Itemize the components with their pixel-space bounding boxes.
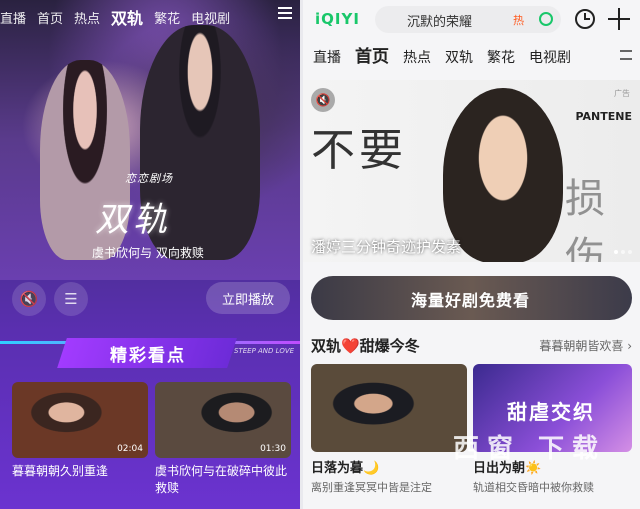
ad-headline-2: 损伤 <box>565 176 605 262</box>
left-top-nav: 直播 首页 热点 双轨 繁花 电视剧 <box>0 6 300 28</box>
ad-brand: PANTENE <box>575 110 632 123</box>
mute-button[interactable]: 🔇 <box>12 282 46 316</box>
iqiyi-logo: iQIYI <box>315 10 360 28</box>
nav-more-icon[interactable] <box>620 50 632 60</box>
right-app-screen: iQIYI 沉默的荣耀 热 直播 首页 热点 双轨 繁花 电视剧 不要 损伤 P… <box>303 0 640 509</box>
ad-headline: 不要 <box>311 125 407 176</box>
video-title-2[interactable]: 虞书欣何与在破碎中彼此救赎 <box>155 463 291 497</box>
mute-icon: 🔇 <box>19 290 39 308</box>
section-more-link[interactable]: 暮暮朝朝皆欢喜 › <box>539 337 632 354</box>
ad-mark: 广告 <box>614 89 630 98</box>
show-subtitle: 虞书欣何与 双向救赎 <box>92 246 204 260</box>
video-card-1[interactable]: 02:04 <box>12 382 148 458</box>
menu-icon[interactable] <box>278 7 292 19</box>
nav-tab-shuanggui[interactable]: 双轨 <box>111 5 143 29</box>
play-now-button[interactable]: 立即播放 <box>206 282 290 314</box>
brand-logo: 恋恋剧场 <box>125 172 173 185</box>
banner-eng: STEEP AND LOVE <box>234 347 295 355</box>
nav-tab-live[interactable]: 直播 <box>0 8 26 27</box>
content-card-1[interactable] <box>311 364 467 452</box>
promo-text: 海量好剧免费看 <box>411 291 531 310</box>
card-sub-1: 离别重逢冥冥中皆是注定 <box>311 481 432 494</box>
search-query: 沉默的荣耀 <box>407 15 473 30</box>
video-duration: 02:04 <box>117 444 143 454</box>
ad-banner[interactable]: 不要 损伤 PANTENE 广告 🔇 潘婷三分钟奇迹护发素 <box>303 80 640 262</box>
video-title-1[interactable]: 暮暮朝朝久别重逢 <box>12 463 148 480</box>
nav-tab-tv[interactable]: 电视剧 <box>529 47 571 67</box>
search-bar[interactable]: 沉默的荣耀 热 <box>375 6 561 33</box>
nav-tab-tv[interactable]: 电视剧 <box>191 8 230 27</box>
banner-title: 精彩看点 <box>110 346 186 366</box>
ad-caption: 潘婷三分钟奇迹护发素 <box>311 238 462 256</box>
nav-tab-fanhua[interactable]: 繁花 <box>487 47 515 67</box>
video-card-2[interactable]: 01:30 <box>155 382 291 458</box>
card-overlay-text: 甜虐交织 <box>507 400 595 424</box>
highlights-banner: 精彩看点 STEEP AND LOVE <box>0 335 300 371</box>
right-top-nav: 直播 首页 热点 双轨 繁花 电视剧 <box>313 45 585 67</box>
mute-icon: 🔇 <box>315 93 331 107</box>
promo-banner[interactable]: 海量好剧免费看 <box>311 276 632 320</box>
nav-tab-live[interactable]: 直播 <box>313 47 341 67</box>
add-to-list-button[interactable]: ☰ <box>54 282 88 316</box>
card-title-1[interactable]: 日落为暮🌙 <box>311 457 379 476</box>
carousel-dots <box>614 250 632 254</box>
nav-tab-home[interactable]: 首页 <box>37 8 63 27</box>
section-title: 双轨❤️甜爆今冬 <box>311 337 420 355</box>
nav-tab-fanhua[interactable]: 繁花 <box>154 8 180 27</box>
plus-icon[interactable] <box>608 8 630 30</box>
nav-tab-shuanggui[interactable]: 双轨 <box>445 47 473 67</box>
history-clock-icon[interactable] <box>575 9 595 29</box>
card-sub-2: 轨道相交昏暗中被你救赎 <box>473 481 594 494</box>
show-title: 双轨 <box>95 200 171 240</box>
hot-badge: 热 <box>513 14 524 27</box>
ad-mute-button[interactable]: 🔇 <box>311 88 335 112</box>
search-icon[interactable] <box>539 12 553 26</box>
nav-tab-hot[interactable]: 热点 <box>403 47 431 67</box>
watermark: 西窗 下载 <box>453 434 607 464</box>
video-duration: 01:30 <box>260 444 286 454</box>
add-list-icon: ☰ <box>64 290 78 308</box>
left-app-screen: 直播 首页 热点 双轨 繁花 电视剧 恋恋剧场 双轨 虞书欣何与 双向救赎 🔇 … <box>0 0 300 509</box>
nav-tab-hot[interactable]: 热点 <box>74 8 100 27</box>
nav-tab-home[interactable]: 首页 <box>355 42 389 67</box>
